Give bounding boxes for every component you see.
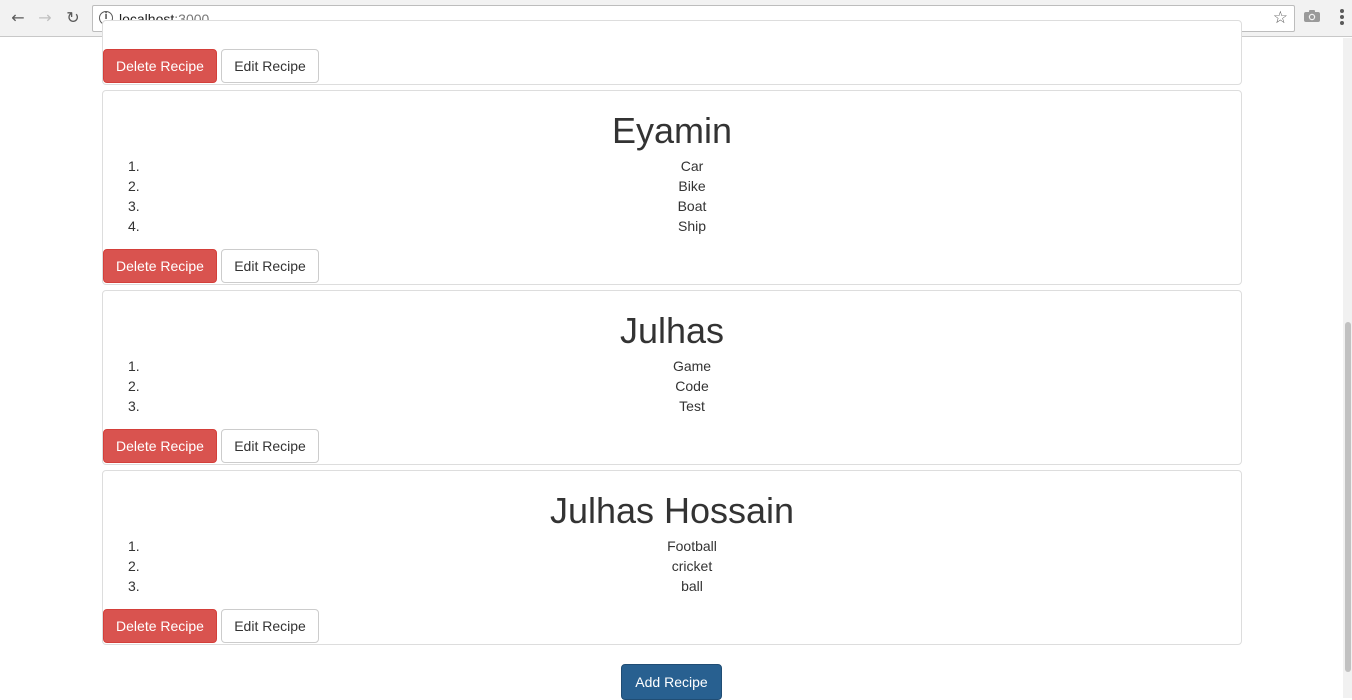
forward-icon[interactable]: → — [35, 8, 55, 28]
recipe-title: Julhas — [619, 310, 725, 351]
add-recipe-button[interactable]: Add Recipe — [621, 664, 722, 700]
ingredient-item: 1. Game — [103, 356, 1241, 376]
delete-recipe-button[interactable]: Delete Recipe — [103, 49, 217, 83]
delete-recipe-button[interactable]: Delete Recipe — [103, 609, 217, 643]
recipe-panel: Delete Recipe Edit Recipe — [102, 20, 1242, 85]
ingredient-item: 3. Boat — [103, 196, 1241, 216]
camera-icon[interactable] — [1303, 9, 1321, 23]
ingredient-number: 2. — [128, 378, 140, 394]
recipe-title: Julhas Hossain — [549, 490, 795, 531]
delete-recipe-button[interactable]: Delete Recipe — [103, 429, 217, 463]
ingredient-item: 3. ball — [103, 576, 1241, 596]
ingredient-list: 1. Car 2. Bike 3. Boat 4. Ship — [103, 156, 1241, 236]
ingredient-number: 2. — [128, 558, 140, 574]
ingredient-name: ball — [681, 578, 703, 594]
ingredient-item: 4. Ship — [103, 216, 1241, 236]
edit-recipe-button[interactable]: Edit Recipe — [221, 49, 319, 83]
back-icon[interactable]: ← — [8, 8, 28, 28]
ingredient-item: 2. Bike — [103, 176, 1241, 196]
recipe-panel: Eyamin 1. Car 2. Bike 3. Boat 4. Ship Delete… — [102, 90, 1242, 285]
ingredient-number: 3. — [128, 198, 140, 214]
ingredient-number: 4. — [128, 218, 140, 234]
ingredient-name: Test — [679, 398, 705, 414]
ingredient-item: 3. Test — [103, 396, 1241, 416]
ingredient-name: Football — [667, 538, 717, 554]
ingredient-name: Bike — [678, 178, 706, 194]
ingredient-number: 2. — [128, 178, 140, 194]
ingredient-name: Ship — [677, 218, 707, 234]
ingredient-item: 2. Code — [103, 376, 1241, 396]
ingredient-item: 2. cricket — [103, 556, 1241, 576]
edit-recipe-button[interactable]: Edit Recipe — [221, 429, 319, 463]
bookmark-star-icon[interactable]: ☆ — [1273, 8, 1288, 28]
recipe-title: Eyamin — [611, 110, 733, 151]
delete-recipe-button[interactable]: Delete Recipe — [103, 249, 217, 283]
ingredient-item: 1. Car — [103, 156, 1241, 176]
recipe-panel: Julhas 1. Game 2. Code 3. Test Delete Recip… — [102, 290, 1242, 465]
ingredient-list: 1. Football 2. cricket 3. ball — [103, 536, 1241, 596]
ingredient-name: Car — [680, 158, 704, 174]
ingredient-item: 1. Football — [103, 536, 1241, 556]
edit-recipe-button[interactable]: Edit Recipe — [221, 249, 319, 283]
ingredient-number: 3. — [128, 398, 140, 414]
scrollbar-thumb[interactable] — [1345, 322, 1351, 672]
ingredient-name: Game — [672, 358, 712, 374]
ingredient-number: 1. — [128, 358, 140, 374]
browser-menu-icon[interactable] — [1336, 9, 1348, 29]
ingredient-number: 1. — [128, 158, 140, 174]
ingredient-name: Boat — [677, 198, 707, 214]
recipe-panel: Julhas Hossain 1. Football 2. cricket 3. ba… — [102, 470, 1242, 645]
ingredient-number: 1. — [128, 538, 140, 554]
ingredient-name: cricket — [671, 558, 713, 574]
ingredient-list: 1. Game 2. Code 3. Test — [103, 356, 1241, 416]
ingredient-number: 3. — [128, 578, 140, 594]
reload-icon[interactable]: ↻ — [63, 8, 83, 28]
edit-recipe-button[interactable]: Edit Recipe — [221, 609, 319, 643]
ingredient-name: Code — [675, 378, 709, 394]
